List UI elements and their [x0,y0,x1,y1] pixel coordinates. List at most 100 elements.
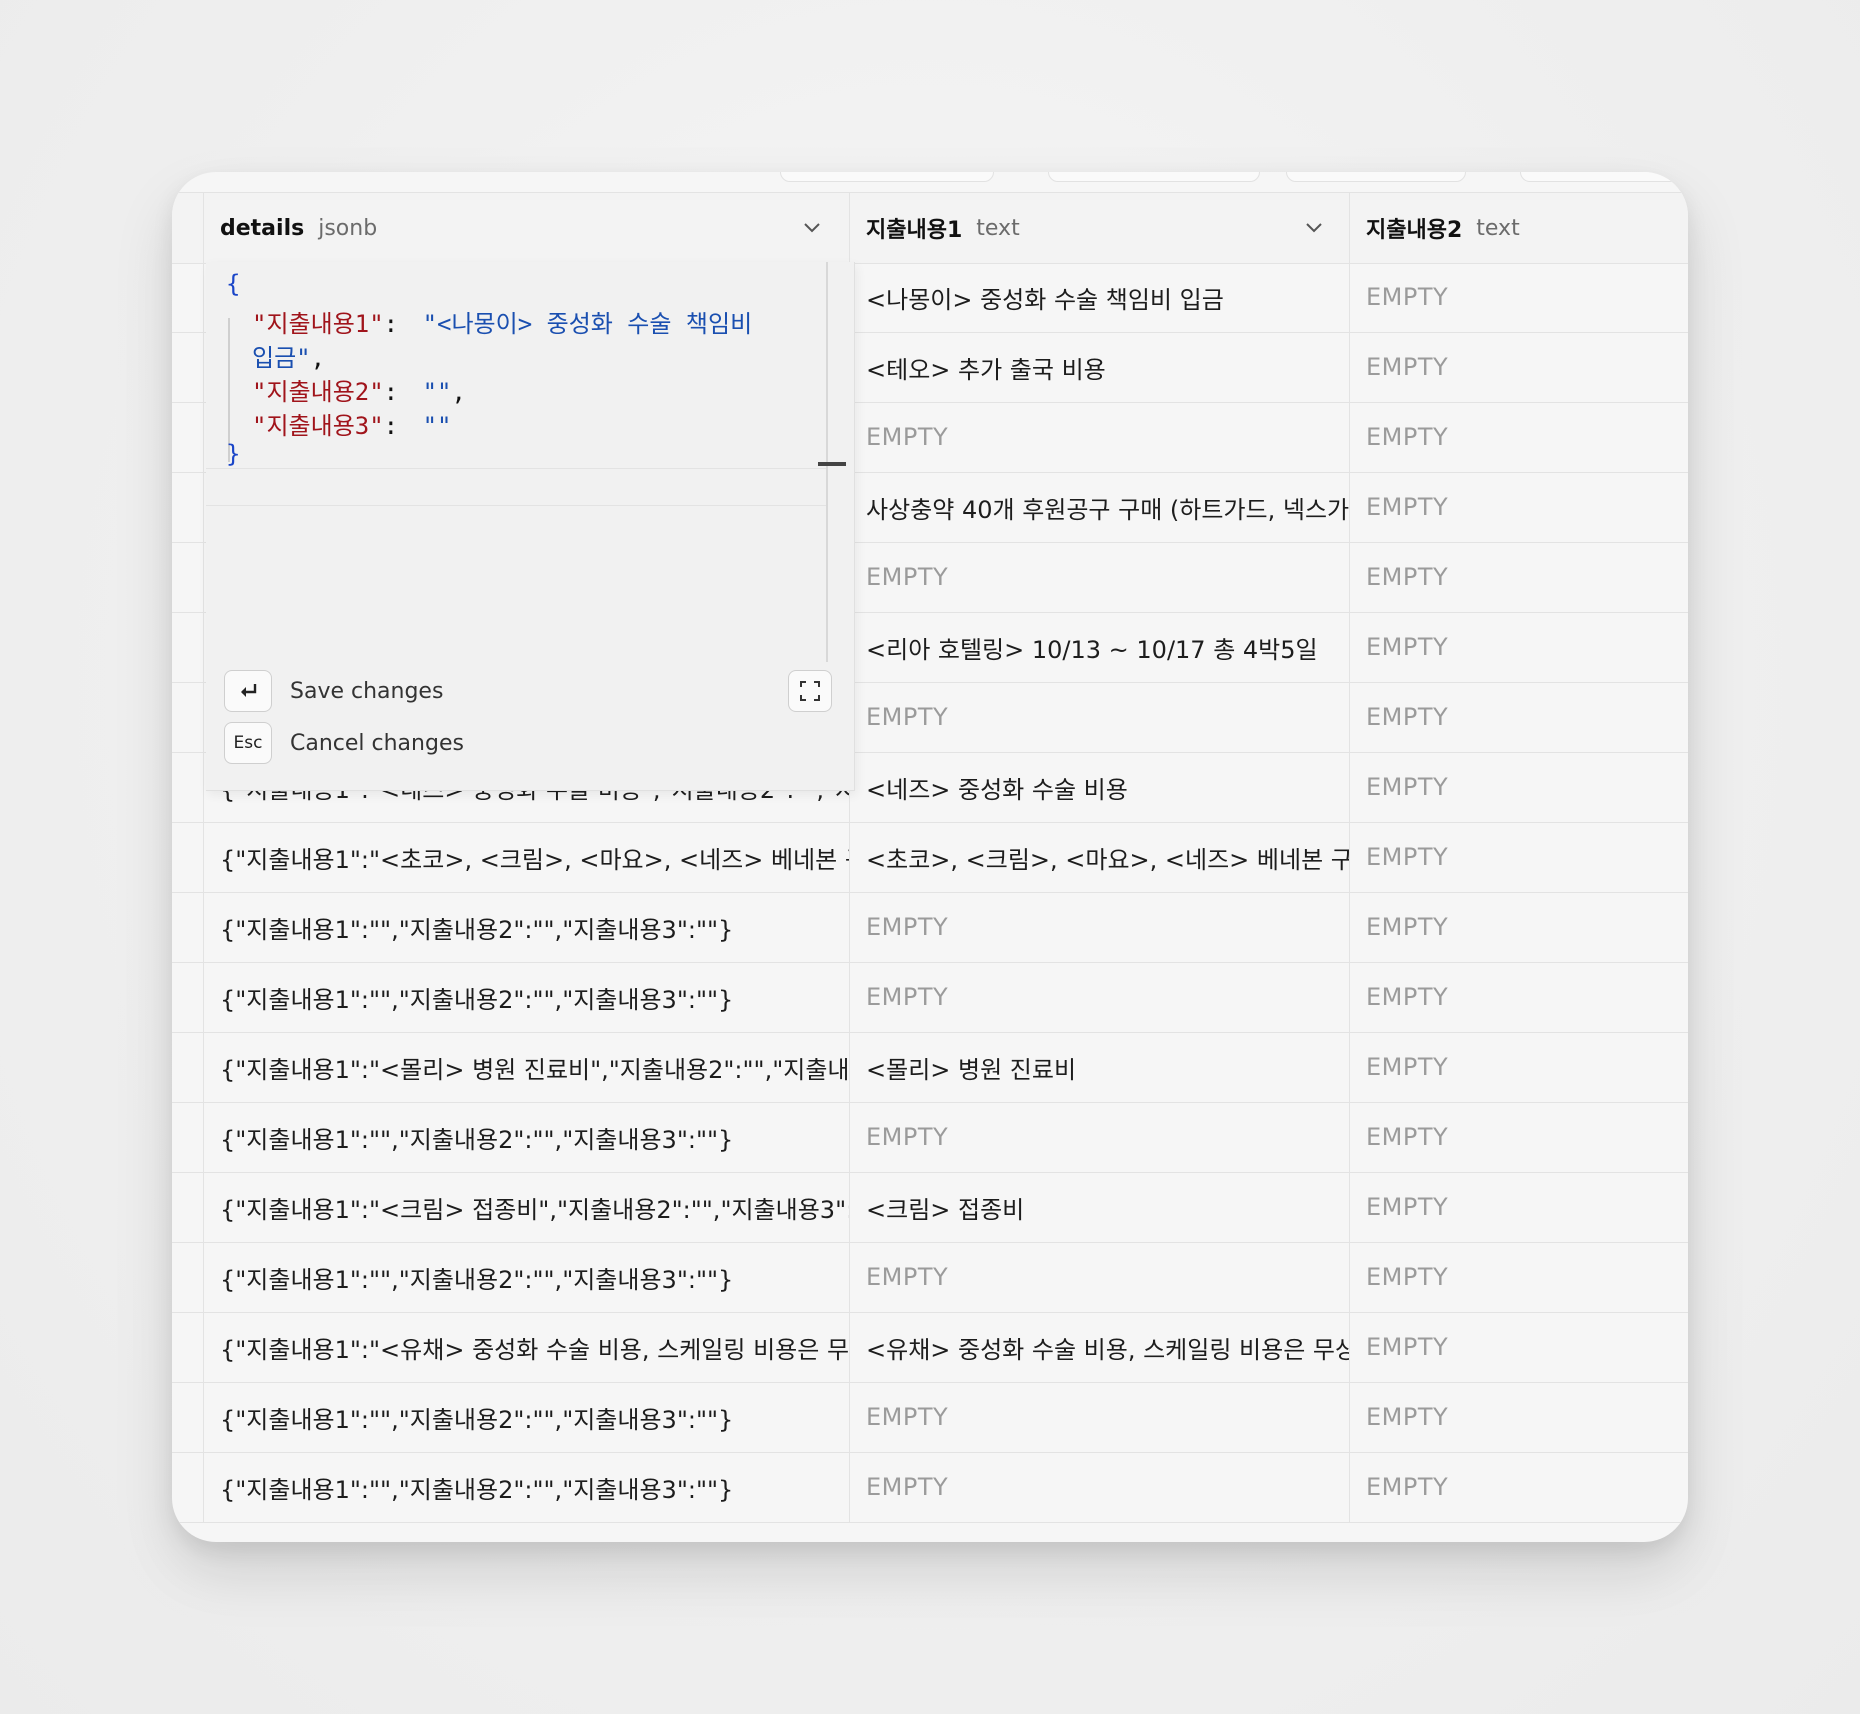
table-row[interactable]: {"지출내용1":"<초코>, <크림>, <마요>, <네즈> 베네본 구입"… [172,822,1688,893]
jichul1-cell[interactable]: EMPTY [850,1382,1350,1452]
jichul1-cell[interactable]: EMPTY [850,682,1350,752]
jichul1-cell[interactable]: <네즈> 중성화 수술 비용 [850,752,1350,822]
jichul2-cell[interactable]: EMPTY [1350,682,1688,752]
jichul1-cell[interactable]: <초코>, <크림>, <마요>, <네즈> 베네본 구입 [850,822,1350,892]
row-gutter[interactable] [172,1032,204,1102]
jichul1-cell[interactable]: <테오> 추가 출국 비용 [850,332,1350,402]
table-row[interactable]: {"지출내용1":"<크림> 접종비","지출내용2":"","지출내용3":"… [172,1172,1688,1243]
details-cell[interactable]: {"지출내용1":"","지출내용2":"","지출내용3":""} [204,892,850,962]
jichul1-cell[interactable]: EMPTY [850,542,1350,612]
jichul2-cell[interactable]: EMPTY [1350,472,1688,542]
editor-scroll-thumb[interactable] [818,462,846,466]
column-header-jichul1[interactable]: 지출내용1 text [850,193,1350,263]
table-row[interactable]: {"지출내용1":"","지출내용2":"","지출내용3":""} EMPTY E… [172,892,1688,963]
table-row[interactable]: {"지출내용1":"","지출내용2":"","지출내용3":""} EMPTY E… [172,1452,1688,1523]
jichul1-cell[interactable]: <크림> 접종비 [850,1172,1350,1242]
details-cell[interactable]: {"지출내용1":"","지출내용2":"","지출내용3":""} [204,1242,850,1312]
jichul1-cell[interactable]: EMPTY [850,962,1350,1032]
details-cell[interactable]: {"지출내용1":"","지출내용2":"","지출내용3":""} [204,962,850,1032]
row-gutter[interactable] [172,1102,204,1172]
cell-text: EMPTY [1366,423,1449,451]
cell-text: <나몽이> 중성화 수술 책임비 입금 [866,285,1224,314]
jichul1-cell[interactable]: 사상충약 40개 후원공구 구매 (하트가드, 넥스가 [850,472,1350,542]
details-cell[interactable]: {"지출내용1":"","지출내용2":"","지출내용3":""} [204,1452,850,1522]
row-gutter[interactable] [172,1382,204,1452]
column-header-jichul2[interactable]: 지출내용2 text [1350,193,1688,263]
jichul2-cell[interactable]: EMPTY [1350,332,1688,402]
expand-icon [800,681,820,701]
row-gutter[interactable] [172,1452,204,1522]
json-code-editor[interactable]: { "지출내용1": "<나몽이> 중성화 수술 책임비 입금", "지출내용2… [206,262,826,662]
cell-text: EMPTY [866,1123,949,1151]
header-row: details jsonb 지출내용1 text 지출내용2 text [172,192,1688,264]
jichul2-cell[interactable]: EMPTY [1350,542,1688,612]
jichul2-cell[interactable]: EMPTY [1350,612,1688,682]
table-row[interactable]: {"지출내용1":"","지출내용2":"","지출내용3":""} EMPTY E… [172,1102,1688,1173]
jichul1-cell[interactable]: EMPTY [850,1452,1350,1522]
jichul1-cell[interactable]: <몰리> 병원 진료비 [850,1032,1350,1102]
row-gutter[interactable] [172,262,204,332]
jichul2-cell[interactable]: EMPTY [1350,1172,1688,1242]
row-gutter[interactable] [172,542,204,612]
ghost-tab [1048,172,1260,182]
jichul2-cell[interactable]: EMPTY [1350,822,1688,892]
jichul2-cell[interactable]: EMPTY [1350,1102,1688,1172]
table-row[interactable]: {"지출내용1":"","지출내용2":"","지출내용3":""} EMPTY E… [172,1382,1688,1453]
table-row[interactable]: {"지출내용1":"","지출내용2":"","지출내용3":""} EMPTY E… [172,962,1688,1033]
row-gutter[interactable] [172,402,204,472]
row-gutter[interactable] [172,752,204,822]
jichul2-cell[interactable]: EMPTY [1350,262,1688,332]
jichul1-cell[interactable]: EMPTY [850,1102,1350,1172]
row-gutter[interactable] [172,612,204,682]
row-gutter[interactable] [172,682,204,752]
table-row[interactable]: {"지출내용1":"<몰리> 병원 진료비","지출내용2":"","지출내용3… [172,1032,1688,1103]
row-gutter[interactable] [172,822,204,892]
row-gutter[interactable] [172,1312,204,1382]
cancel-changes-button[interactable]: Esc [224,722,272,764]
save-changes-label[interactable]: Save changes [290,679,443,704]
jichul1-cell[interactable]: <나몽이> 중성화 수술 책임비 입금 [850,262,1350,332]
open-brace: { [226,270,241,298]
jichul1-cell[interactable]: EMPTY [850,892,1350,962]
row-gutter[interactable] [172,892,204,962]
jichul2-cell[interactable]: EMPTY [1350,402,1688,472]
jichul1-cell[interactable]: EMPTY [850,402,1350,472]
expand-editor-button[interactable] [788,670,832,712]
json-editor-popover[interactable]: { "지출내용1": "<나몽이> 중성화 수술 책임비 입금", "지출내용2… [206,262,855,791]
json-line: 입금", [252,338,325,373]
cell-text: <유채> 중성화 수술 비용, 스케일링 비용은 무상 [866,1335,1350,1364]
cancel-changes-label[interactable]: Cancel changes [290,731,464,756]
jichul2-cell[interactable]: EMPTY [1350,1382,1688,1452]
json-key: "지출내용3" [252,412,384,440]
jichul2-cell[interactable]: EMPTY [1350,1242,1688,1312]
row-gutter[interactable] [172,332,204,402]
jichul2-cell[interactable]: EMPTY [1350,1452,1688,1522]
table-row[interactable]: {"지출내용1":"<유채> 중성화 수술 비용, 스케일링 비용은 무상" <유… [172,1312,1688,1383]
chevron-down-icon[interactable] [1302,215,1326,239]
chevron-down-icon[interactable] [800,215,824,239]
save-changes-button[interactable] [224,670,272,712]
details-cell[interactable]: {"지출내용1":"<초코>, <크림>, <마요>, <네즈> 베네본 구입"… [204,822,850,892]
jichul1-cell[interactable]: <유채> 중성화 수술 비용, 스케일링 비용은 무상 [850,1312,1350,1382]
row-gutter[interactable] [172,1242,204,1312]
details-cell[interactable]: {"지출내용1":"","지출내용2":"","지출내용3":""} [204,1102,850,1172]
jichul1-cell[interactable]: EMPTY [850,1242,1350,1312]
cell-text: EMPTY [866,563,949,591]
row-gutter[interactable] [172,472,204,542]
details-cell[interactable]: {"지출내용1":"<몰리> 병원 진료비","지출내용2":"","지출내용3 [204,1032,850,1102]
jichul2-cell[interactable]: EMPTY [1350,1032,1688,1102]
row-gutter[interactable] [172,962,204,1032]
jichul2-cell[interactable]: EMPTY [1350,962,1688,1032]
details-cell[interactable]: {"지출내용1":"<크림> 접종비","지출내용2":"","지출내용3":"… [204,1172,850,1242]
details-cell[interactable]: {"지출내용1":"","지출내용2":"","지출내용3":""} [204,1382,850,1452]
jichul2-cell[interactable]: EMPTY [1350,1312,1688,1382]
cell-text: <크림> 접종비 [866,1195,1025,1224]
jichul2-cell[interactable]: EMPTY [1350,892,1688,962]
column-header-details[interactable]: details jsonb [204,193,850,263]
jichul1-cell[interactable]: <리아 호텔링> 10/13 ~ 10/17 총 4박5일 [850,612,1350,682]
jichul2-cell[interactable]: EMPTY [1350,752,1688,822]
cell-text: {"지출내용1":"","지출내용2":"","지출내용3":""} [220,1405,734,1434]
table-row[interactable]: {"지출내용1":"","지출내용2":"","지출내용3":""} EMPTY E… [172,1242,1688,1313]
details-cell[interactable]: {"지출내용1":"<유채> 중성화 수술 비용, 스케일링 비용은 무상" [204,1312,850,1382]
row-gutter[interactable] [172,1172,204,1242]
